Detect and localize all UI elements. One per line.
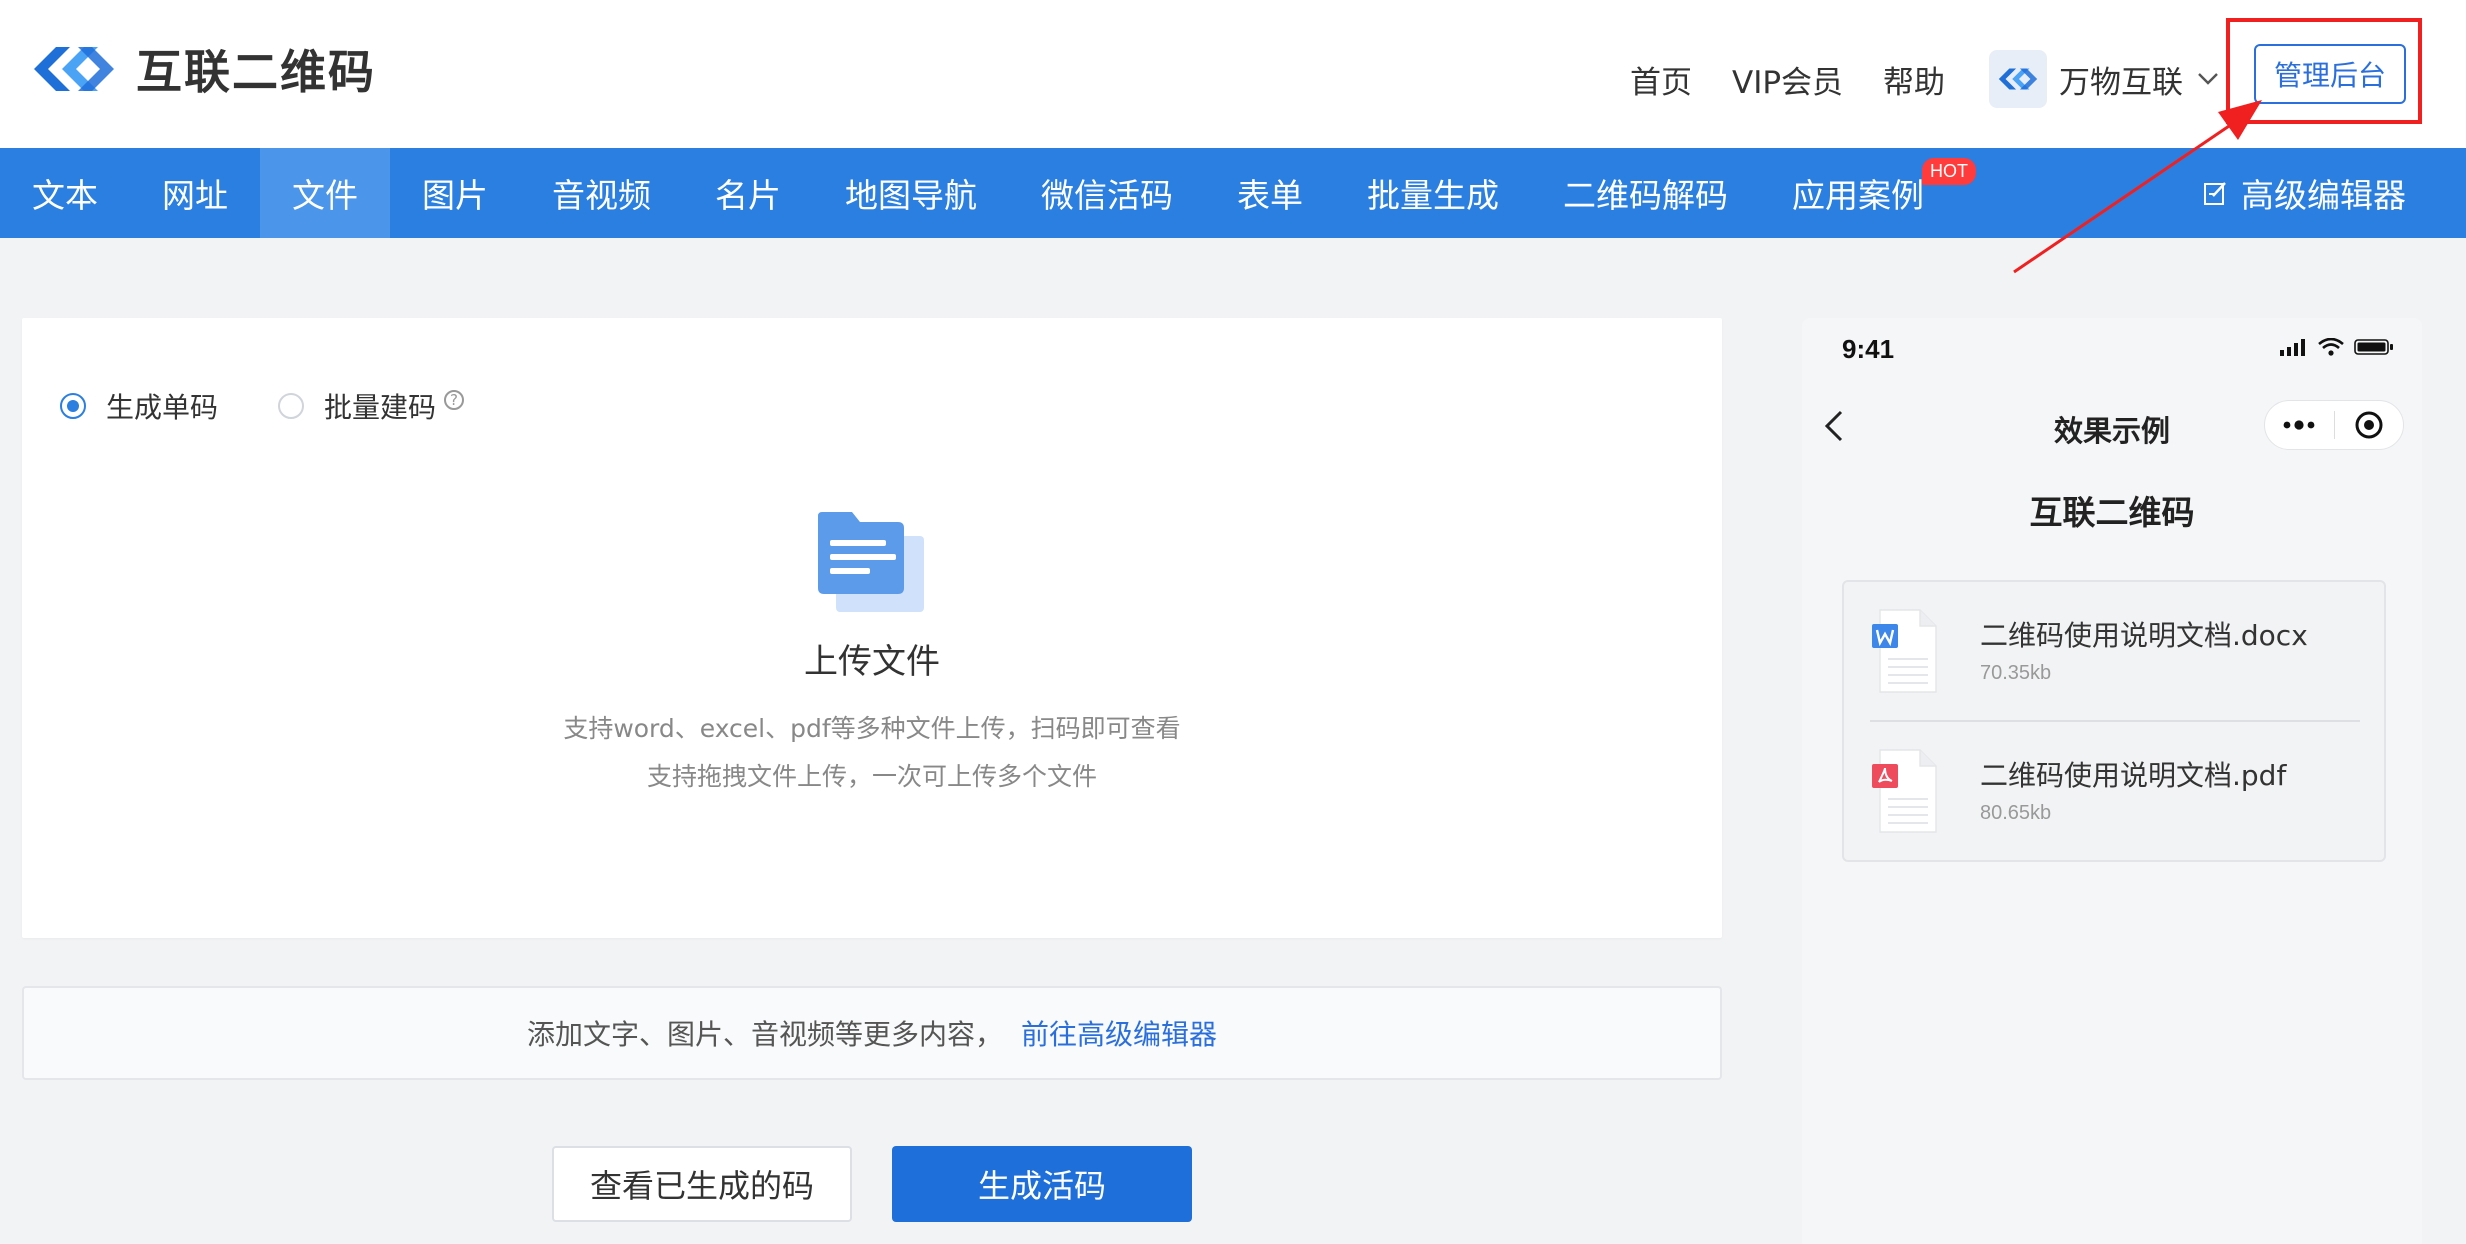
generate-mode-radio-group: 生成单码 批量建码 ? — [60, 386, 524, 426]
top-header: 互联二维码 首页 VIP会员 帮助 万物互联 管理后台 — [0, 0, 2466, 148]
tab-audio-video[interactable]: 音视频 — [520, 148, 683, 238]
file-item[interactable]: 二维码使用说明文档.pdf 80.65kb — [1870, 744, 2360, 854]
tab-use-cases[interactable]: 应用案例 HOT — [1760, 148, 1976, 238]
logo-icon — [34, 47, 114, 91]
preview-subtitle: 互联二维码 — [2029, 493, 2195, 532]
chevron-down-icon — [2198, 73, 2218, 85]
status-time: 9:41 — [1842, 334, 1895, 364]
help-icon[interactable]: ? — [444, 390, 465, 410]
folder-icon — [812, 508, 932, 618]
close-target-icon[interactable] — [2335, 401, 2404, 449]
generate-live-code-button[interactable]: 生成活码 — [892, 1146, 1192, 1222]
tab-label: 表单 — [1237, 176, 1303, 215]
tab-label: 文件 — [292, 176, 358, 215]
org-logo-icon — [1998, 68, 2038, 90]
category-nav: 文本 网址 文件 图片 音视频 名片 地图导航 微信活码 表单 批量生成 二维码… — [0, 148, 2466, 238]
tab-label: 批量生成 — [1367, 176, 1499, 215]
hint-text: 添加文字、图片、音视频等更多内容， — [526, 1018, 1003, 1051]
file-divider — [1870, 720, 2360, 722]
tab-label: 网址 — [162, 176, 228, 215]
tab-file[interactable]: 文件 — [260, 148, 390, 238]
nav-link-help[interactable]: 帮助 — [1883, 57, 1945, 102]
tab-label: 应用案例 — [1792, 176, 1924, 215]
tab-url[interactable]: 网址 — [130, 148, 260, 238]
upload-card: 生成单码 批量建码 ? 上传文件 支持word、excel、pdf等多种文件上传… — [22, 318, 1722, 938]
mini-program-capsule — [2264, 400, 2404, 450]
radio-label: 批量建码 — [324, 391, 437, 424]
tab-qr-decode[interactable]: 二维码解码 — [1531, 148, 1760, 238]
tab-wechat-live-code[interactable]: 微信活码 — [1009, 148, 1205, 238]
tab-label: 微信活码 — [1041, 176, 1173, 215]
file-size: 70.35kb — [1980, 662, 2052, 684]
battery-icon — [2354, 339, 2393, 355]
file-name: 二维码使用说明文档.docx — [1980, 619, 2308, 652]
advanced-editor-hint: 添加文字、图片、音视频等更多内容， 前往高级编辑器 — [22, 986, 1722, 1080]
upload-desc-line: 支持word、excel、pdf等多种文件上传，扫码即可查看 — [563, 714, 1181, 743]
tab-batch-generate[interactable]: 批量生成 — [1335, 148, 1531, 238]
advanced-editor-label: 高级编辑器 — [2241, 176, 2406, 215]
tab-form[interactable]: 表单 — [1205, 148, 1335, 238]
upload-title: 上传文件 — [804, 642, 940, 682]
tab-label: 二维码解码 — [1563, 176, 1728, 215]
nav-link-home[interactable]: 首页 — [1630, 57, 1692, 102]
tab-label: 图片 — [422, 176, 488, 215]
tab-map-navigation[interactable]: 地图导航 — [813, 148, 1009, 238]
file-item[interactable]: 二维码使用说明文档.docx 70.35kb — [1870, 604, 2360, 714]
tab-label: 音视频 — [552, 176, 651, 215]
brand-logo[interactable]: 互联二维码 — [26, 34, 376, 104]
top-nav: 首页 VIP会员 帮助 万物互联 — [1630, 50, 2219, 108]
nav-link-vip[interactable]: VIP会员 — [1732, 57, 1843, 102]
tab-label: 文本 — [32, 176, 98, 215]
brand-name: 互联二维码 — [136, 45, 376, 99]
tab-business-card[interactable]: 名片 — [683, 148, 813, 238]
hot-badge: HOT — [1922, 158, 1976, 185]
tab-label: 名片 — [715, 176, 781, 215]
radio-single-code[interactable]: 生成单码 — [60, 386, 218, 426]
upload-description: 支持word、excel、pdf等多种文件上传，扫码即可查看 支持拖拽文件上传，… — [22, 705, 1722, 801]
radio-checked-icon — [60, 393, 86, 419]
pdf-document-icon — [1872, 749, 1937, 833]
upload-desc-line: 支持拖拽文件上传，一次可上传多个文件 — [646, 762, 1097, 791]
file-dropzone[interactable]: 上传文件 支持word、excel、pdf等多种文件上传，扫码即可查看 支持拖拽… — [22, 508, 1722, 801]
file-size: 80.65kb — [1980, 802, 2052, 824]
mini-program-titlebar: 效果示例 — [1802, 380, 2422, 470]
file-list-card: 二维码使用说明文档.docx 70.35kb 二维码使用说明文档.pdf 80.… — [1842, 580, 2386, 862]
tab-label: 地图导航 — [845, 176, 977, 215]
radio-unchecked-icon — [278, 393, 305, 419]
org-avatar — [1989, 50, 2048, 108]
view-generated-codes-button[interactable]: 查看已生成的码 — [552, 1146, 852, 1222]
org-switcher[interactable]: 万物互联 — [1989, 50, 2219, 108]
radio-label: 生成单码 — [106, 391, 219, 424]
edit-icon — [2204, 182, 2226, 205]
annotation-highlight-box — [2226, 18, 2422, 124]
file-name: 二维码使用说明文档.pdf — [1980, 759, 2287, 792]
word-document-icon — [1872, 609, 1937, 693]
more-dots-icon[interactable] — [2265, 401, 2334, 449]
tab-image[interactable]: 图片 — [390, 148, 520, 238]
goto-advanced-editor-link[interactable]: 前往高级编辑器 — [1021, 1013, 1217, 1053]
radio-batch-code[interactable]: 批量建码 ? — [278, 386, 465, 426]
tab-text[interactable]: 文本 — [0, 148, 130, 238]
status-icons — [2270, 338, 2394, 356]
phone-preview: 9:41 效果示例 互联二维码 二维码使用说明文档.docx 70.35kb 二… — [1802, 318, 2422, 1244]
org-name: 万物互联 — [2059, 64, 2184, 101]
wifi-icon — [2318, 338, 2344, 356]
signal-icon — [2280, 339, 2305, 356]
status-bar: 9:41 — [1802, 318, 2422, 380]
advanced-editor-link[interactable]: 高级编辑器 — [2203, 148, 2406, 238]
